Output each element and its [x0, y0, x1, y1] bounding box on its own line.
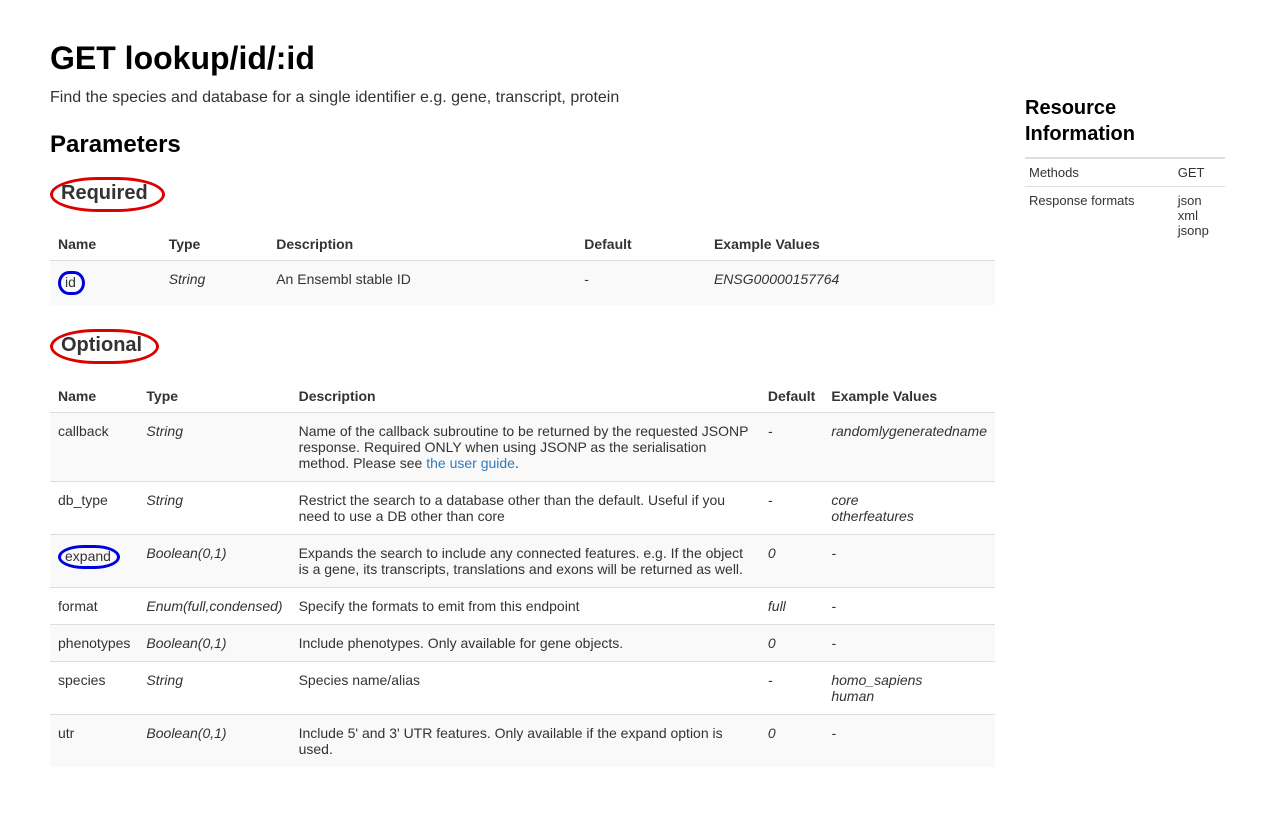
- param-name-cell: species: [50, 662, 138, 715]
- table-row: utrBoolean(0,1)Include 5' and 3' UTR fea…: [50, 715, 995, 768]
- table-row: expandBoolean(0,1)Expands the search to …: [50, 535, 995, 588]
- param-example-cell: -: [823, 625, 995, 662]
- table-header-cell: Description: [268, 228, 576, 261]
- table-header-cell: Default: [760, 380, 823, 413]
- table-header-cell: Default: [576, 228, 706, 261]
- param-name-cell: phenotypes: [50, 625, 138, 662]
- param-example-cell: -: [823, 535, 995, 588]
- user-guide-link[interactable]: the user guide: [426, 455, 515, 471]
- param-default-cell: 0: [760, 535, 823, 588]
- param-default-cell: 0: [760, 625, 823, 662]
- page-subtitle: Find the species and database for a sing…: [50, 89, 995, 107]
- table-header-cell: Example Values: [706, 228, 995, 261]
- table-row: phenotypesBoolean(0,1)Include phenotypes…: [50, 625, 995, 662]
- resource-info-label: Methods: [1025, 158, 1174, 187]
- table-header-cell: Example Values: [823, 380, 995, 413]
- param-type-cell: String: [138, 662, 290, 715]
- param-description-cell: Species name/alias: [291, 662, 760, 715]
- param-name-cell: expand: [50, 535, 138, 588]
- page-title: GET lookup/id/:id: [50, 40, 995, 77]
- param-type-cell: Boolean(0,1): [138, 715, 290, 768]
- param-default-cell: -: [760, 482, 823, 535]
- table-row: formatEnum(full,condensed)Specify the fo…: [50, 588, 995, 625]
- param-example-cell: -: [823, 588, 995, 625]
- param-type-cell: String: [138, 482, 290, 535]
- param-name-cell: utr: [50, 715, 138, 768]
- param-name-cell: id: [50, 261, 161, 306]
- param-type-cell: String: [161, 261, 269, 306]
- parameters-heading: Parameters: [50, 131, 995, 159]
- param-type-cell: String: [138, 413, 290, 482]
- param-type-cell: Enum(full,condensed): [138, 588, 290, 625]
- required-heading: Required: [50, 177, 165, 212]
- param-description-cell: Name of the callback subroutine to be re…: [291, 413, 760, 482]
- param-name-cell: db_type: [50, 482, 138, 535]
- param-description-cell: Include phenotypes. Only available for g…: [291, 625, 760, 662]
- resource-info-value: GET: [1174, 158, 1225, 187]
- optional-table: NameTypeDescriptionDefaultExample Values…: [50, 380, 995, 767]
- param-default-cell: 0: [760, 715, 823, 768]
- param-name-cell: format: [50, 588, 138, 625]
- param-example-cell: ENSG00000157764: [706, 261, 995, 306]
- table-row: idStringAn Ensembl stable ID-ENSG0000015…: [50, 261, 995, 306]
- param-type-cell: Boolean(0,1): [138, 625, 290, 662]
- table-header-cell: Type: [138, 380, 290, 413]
- param-example-cell: homo_sapiens human: [823, 662, 995, 715]
- param-example-cell: randomlygeneratedname: [823, 413, 995, 482]
- table-header-cell: Name: [50, 380, 138, 413]
- resource-info-label: Response formats: [1025, 187, 1174, 245]
- param-description-cell: An Ensembl stable ID: [268, 261, 576, 306]
- param-default-cell: -: [576, 261, 706, 306]
- table-header-cell: Name: [50, 228, 161, 261]
- param-type-cell: Boolean(0,1): [138, 535, 290, 588]
- param-example-cell: -: [823, 715, 995, 768]
- param-description-cell: Restrict the search to a database other …: [291, 482, 760, 535]
- param-default-cell: -: [760, 413, 823, 482]
- param-description-cell: Specify the formats to emit from this en…: [291, 588, 760, 625]
- table-row: db_typeStringRestrict the search to a da…: [50, 482, 995, 535]
- table-header-cell: Description: [291, 380, 760, 413]
- param-default-cell: -: [760, 662, 823, 715]
- param-default-cell: full: [760, 588, 823, 625]
- param-name-cell: callback: [50, 413, 138, 482]
- optional-heading: Optional: [50, 329, 159, 364]
- table-row: speciesStringSpecies name/alias-homo_sap…: [50, 662, 995, 715]
- resource-info-value: json xml jsonp: [1174, 187, 1225, 245]
- required-table: NameTypeDescriptionDefaultExample Values…: [50, 228, 995, 305]
- resource-info-row: Response formatsjson xml jsonp: [1025, 187, 1225, 245]
- table-header-cell: Type: [161, 228, 269, 261]
- table-row: callbackStringName of the callback subro…: [50, 413, 995, 482]
- param-description-cell: Include 5' and 3' UTR features. Only ava…: [291, 715, 760, 768]
- resource-info-table: MethodsGETResponse formatsjson xml jsonp: [1025, 157, 1225, 244]
- resource-info-row: MethodsGET: [1025, 158, 1225, 187]
- param-example-cell: core otherfeatures: [823, 482, 995, 535]
- param-description-cell: Expands the search to include any connec…: [291, 535, 760, 588]
- resource-info-heading: Resource Information: [1025, 95, 1225, 147]
